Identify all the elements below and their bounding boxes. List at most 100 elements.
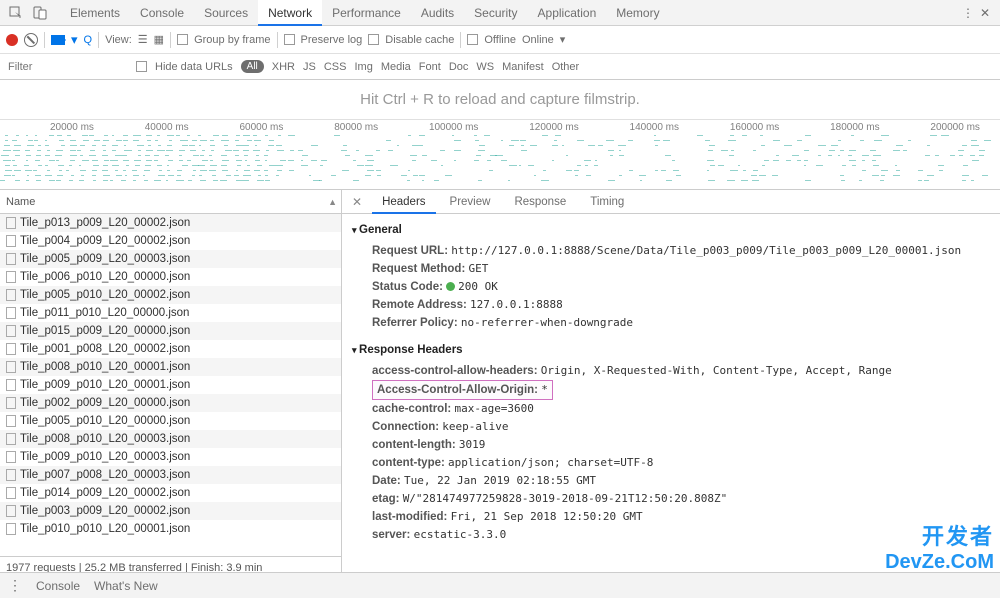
request-name: Tile_p009_p010_L20_00003.json [20, 448, 190, 466]
request-row[interactable]: Tile_p013_p009_L20_00002.json [0, 214, 341, 232]
tab-performance[interactable]: Performance [322, 0, 411, 26]
request-row[interactable]: Tile_p010_p010_L20_00001.json [0, 520, 341, 538]
filter-ws[interactable]: WS [476, 61, 494, 73]
request-name: Tile_p003_p009_L20_00002.json [20, 502, 190, 520]
dtab-headers[interactable]: Headers [372, 190, 435, 214]
remote-address: 127.0.0.1:8888 [470, 298, 563, 311]
request-row[interactable]: Tile_p011_p010_L20_00000.json [0, 304, 341, 322]
request-list-header[interactable]: Name ▲ [0, 190, 341, 214]
tick: 80000 ms [334, 122, 378, 133]
filter-js[interactable]: JS [303, 61, 316, 73]
drawer-menu-icon[interactable]: ⋮ [8, 577, 22, 594]
filter-css[interactable]: CSS [324, 61, 347, 73]
disable-cache-checkbox[interactable] [368, 34, 379, 45]
request-row[interactable]: Tile_p006_p010_L20_00000.json [0, 268, 341, 286]
file-icon [6, 379, 16, 391]
tick: 200000 ms [930, 122, 979, 133]
request-name: Tile_p011_p010_L20_00000.json [20, 304, 189, 322]
file-icon [6, 523, 16, 535]
referrer-policy: no-referrer-when-downgrade [461, 316, 633, 329]
filter-font[interactable]: Font [419, 61, 441, 73]
file-icon [6, 253, 16, 265]
drawer-whatsnew-tab[interactable]: What's New [94, 579, 158, 593]
panel-tabs: Elements Console Sources Network Perform… [60, 0, 670, 26]
file-icon [6, 451, 16, 463]
record-button[interactable] [6, 34, 18, 46]
request-row[interactable]: Tile_p008_p010_L20_00003.json [0, 430, 341, 448]
request-row[interactable]: Tile_p002_p009_L20_00000.json [0, 394, 341, 412]
filter-other[interactable]: Other [552, 61, 580, 73]
preserve-label: Preserve log [301, 34, 363, 46]
hide-urls-label: Hide data URLs [155, 61, 233, 73]
request-row[interactable]: Tile_p009_p010_L20_00001.json [0, 376, 341, 394]
group-checkbox[interactable] [177, 34, 188, 45]
disable-cache-label: Disable cache [385, 34, 454, 46]
tick: 140000 ms [630, 122, 679, 133]
request-row[interactable]: Tile_p014_p009_L20_00002.json [0, 484, 341, 502]
request-name: Tile_p005_p010_L20_00000.json [20, 412, 190, 430]
request-row[interactable]: Tile_p008_p010_L20_00001.json [0, 358, 341, 376]
filter-bar: Hide data URLs All XHR JS CSS Img Media … [0, 54, 1000, 80]
inspect-icon[interactable] [8, 5, 24, 21]
request-name: Tile_p009_p010_L20_00001.json [20, 376, 190, 394]
tab-sources[interactable]: Sources [194, 0, 258, 26]
general-section[interactable]: General [352, 224, 990, 236]
filter-manifest[interactable]: Manifest [502, 61, 544, 73]
request-row[interactable]: Tile_p005_p009_L20_00003.json [0, 250, 341, 268]
request-row[interactable]: Tile_p015_p009_L20_00000.json [0, 322, 341, 340]
filter-img[interactable]: Img [354, 61, 372, 73]
tab-network[interactable]: Network [258, 0, 322, 26]
tick: 160000 ms [730, 122, 779, 133]
dtab-preview[interactable]: Preview [440, 190, 501, 214]
filter-all[interactable]: All [241, 60, 264, 73]
request-method: GET [468, 262, 488, 275]
search-icon[interactable]: Q [84, 34, 93, 46]
request-row[interactable]: Tile_p005_p010_L20_00002.json [0, 286, 341, 304]
camera-icon[interactable] [51, 35, 65, 45]
dtab-response[interactable]: Response [504, 190, 576, 214]
timeline-overview[interactable]: 20000 ms 40000 ms 60000 ms 80000 ms 1000… [0, 120, 1000, 190]
tick: 60000 ms [239, 122, 283, 133]
request-row[interactable]: Tile_p007_p008_L20_00003.json [0, 466, 341, 484]
file-icon [6, 487, 16, 499]
tab-security[interactable]: Security [464, 0, 527, 26]
request-row[interactable]: Tile_p005_p010_L20_00000.json [0, 412, 341, 430]
tab-memory[interactable]: Memory [606, 0, 669, 26]
tab-application[interactable]: Application [528, 0, 607, 26]
preserve-checkbox[interactable] [284, 34, 295, 45]
filter-input[interactable] [8, 61, 128, 73]
device-toggle-icon[interactable] [32, 5, 48, 21]
file-icon [6, 343, 16, 355]
request-row[interactable]: Tile_p009_p010_L20_00003.json [0, 448, 341, 466]
clear-button[interactable] [24, 33, 38, 47]
offline-checkbox[interactable] [467, 34, 478, 45]
tab-audits[interactable]: Audits [411, 0, 464, 26]
filter-doc[interactable]: Doc [449, 61, 469, 73]
hdr-server: ecstatic-3.3.0 [414, 528, 507, 541]
more-icon[interactable]: ⋮ [962, 6, 974, 20]
filter-xhr[interactable]: XHR [272, 61, 295, 73]
request-row[interactable]: Tile_p004_p009_L20_00002.json [0, 232, 341, 250]
filter-media[interactable]: Media [381, 61, 411, 73]
filter-icon[interactable]: ▾ [71, 32, 78, 48]
scroll-up-icon[interactable]: ▲ [328, 190, 337, 214]
view-large-icon[interactable]: ▦ [154, 33, 164, 46]
response-headers-section[interactable]: Response Headers [352, 344, 990, 356]
throttle-chevron-icon[interactable]: ▾ [560, 33, 566, 46]
view-list-icon[interactable]: ☰ [138, 33, 148, 46]
tab-elements[interactable]: Elements [60, 0, 130, 26]
hide-urls-checkbox[interactable] [136, 61, 147, 72]
tab-console[interactable]: Console [130, 0, 194, 26]
request-row[interactable]: Tile_p001_p008_L20_00002.json [0, 340, 341, 358]
request-name: Tile_p013_p009_L20_00002.json [20, 214, 190, 232]
file-icon [6, 505, 16, 517]
filmstrip-hint: Hit Ctrl + R to reload and capture films… [360, 91, 640, 108]
request-name: Tile_p005_p009_L20_00003.json [20, 250, 190, 268]
close-icon[interactable]: ✕ [980, 6, 990, 20]
details-close-icon[interactable]: ✕ [346, 195, 368, 209]
throttle-select[interactable]: Online [522, 34, 554, 46]
file-icon [6, 217, 16, 229]
request-row[interactable]: Tile_p003_p009_L20_00002.json [0, 502, 341, 520]
drawer-console-tab[interactable]: Console [36, 579, 80, 593]
dtab-timing[interactable]: Timing [580, 190, 634, 214]
